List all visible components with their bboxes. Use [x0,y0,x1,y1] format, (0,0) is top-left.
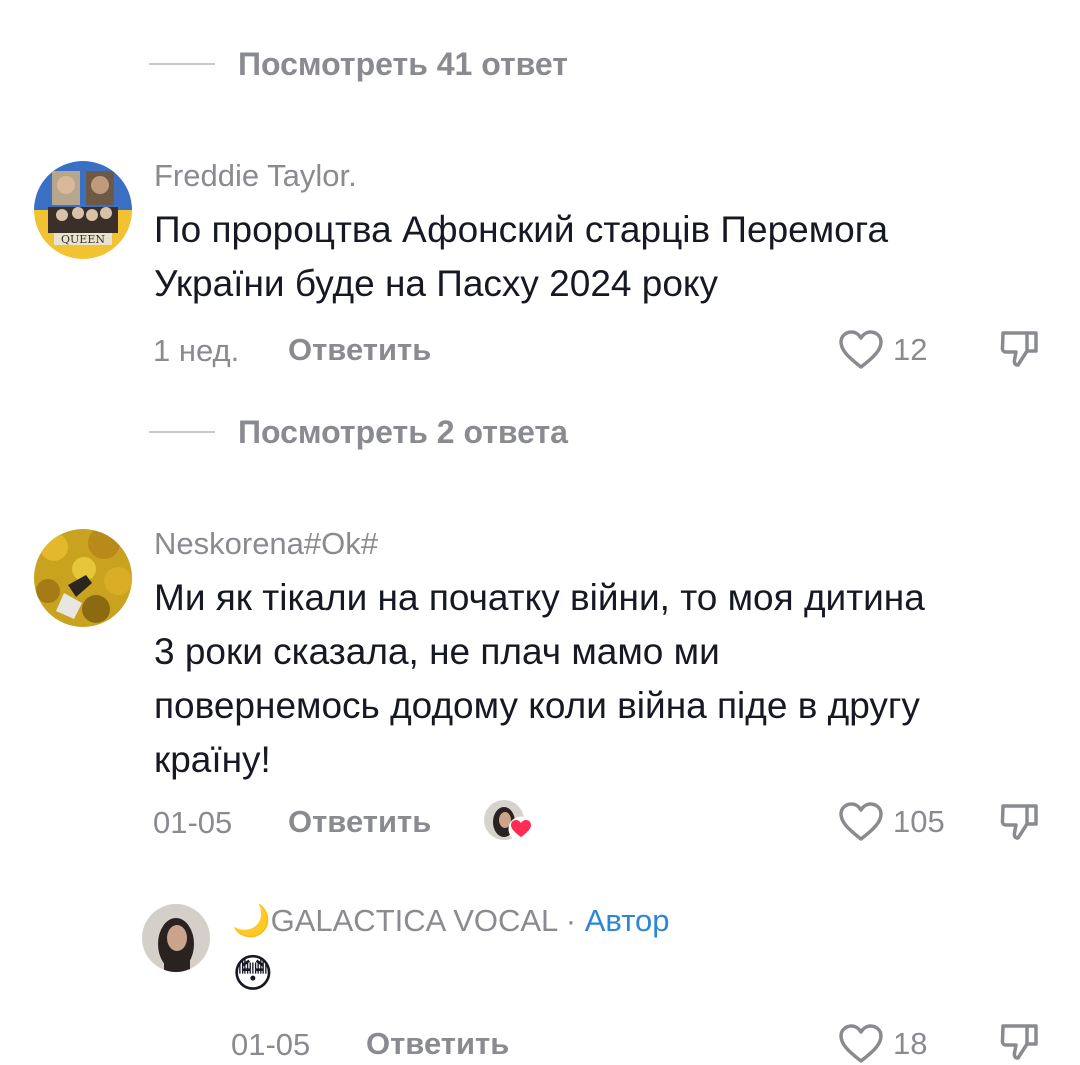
creator-liked-badge [482,798,538,844]
separator-dot: · [565,903,577,938]
dislike-icon[interactable] [998,1020,1042,1064]
svg-text:QUEEN: QUEEN [61,233,105,246]
like-count: 12 [893,332,928,367]
avatar[interactable] [34,529,132,627]
reply-button[interactable]: Ответить [288,804,431,840]
view-replies-button[interactable]: Посмотреть 2 ответа [238,414,568,451]
username-row: 🌙GALACTICA VOCAL · Автор [232,902,670,939]
like-count: 105 [893,804,945,839]
heart-outline-icon[interactable] [838,801,884,843]
heart-outline-icon[interactable] [838,329,884,371]
like-count: 18 [893,1026,928,1061]
dislike-icon[interactable] [998,800,1042,844]
creator-avatar-icon [142,904,210,972]
comment-date: 01-05 [231,1027,311,1062]
username[interactable]: Neskorena#Ok# [154,526,378,562]
divider-line [149,431,215,433]
dislike-icon[interactable] [998,327,1042,371]
avatar[interactable] [142,904,210,972]
author-tag: Автор [584,903,670,938]
reply-button[interactable]: Ответить [288,332,431,368]
queen-band-avatar-icon: QUEEN [34,161,132,259]
view-replies-button[interactable]: Посмотреть 41 ответ [238,46,568,83]
avatar[interactable]: QUEEN [34,161,132,259]
comment-text: 😳 [232,952,274,996]
autumn-leaves-avatar-icon [34,529,132,627]
divider-line [149,63,215,65]
username[interactable]: 🌙GALACTICA VOCAL [232,903,557,938]
username[interactable]: Freddie Taylor. [154,158,357,194]
reply-button[interactable]: Ответить [366,1026,509,1062]
comment-date: 01-05 [153,805,233,840]
comment-date: 1 нед. [153,333,240,368]
comment-text: По пророцтва Афонский старців Перемога У… [154,209,889,304]
heart-filled-icon [508,816,534,842]
heart-outline-icon[interactable] [838,1023,884,1065]
comment-text: Ми як тікали на початку війни, то моя ди… [154,577,925,780]
